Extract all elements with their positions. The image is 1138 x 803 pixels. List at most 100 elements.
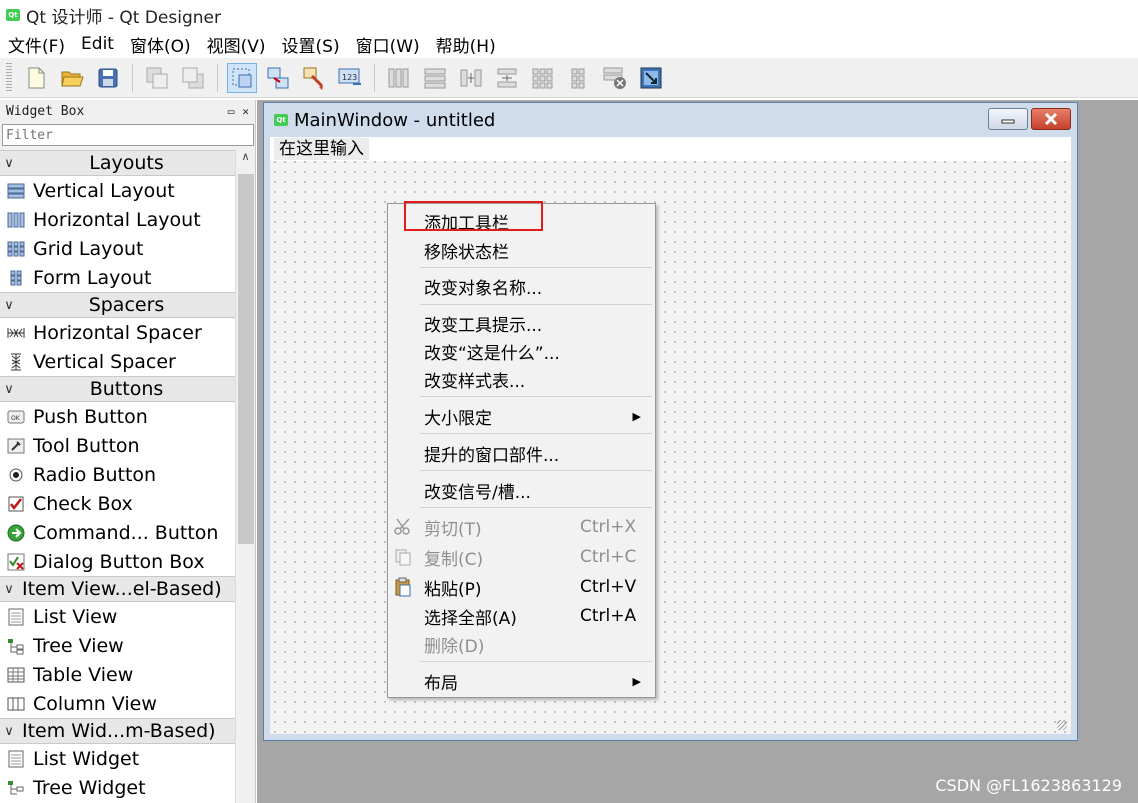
submenu-arrow-icon: ▶ <box>632 409 641 423</box>
main-window-form[interactable]: Qt MainWindow - untitled 在这里输入 <box>263 102 1078 741</box>
context-menu: 添加工具栏 移除状态栏 改变对象名称... 改变工具提示... 改变“这是什么”… <box>387 203 656 698</box>
minimize-button[interactable] <box>988 108 1028 130</box>
layout-vertical-splitter-icon[interactable] <box>492 63 522 93</box>
category-spacers[interactable]: ∨ Spacers <box>0 292 235 318</box>
widget-list-widget[interactable]: List Widget <box>0 744 235 773</box>
widget-horizontal-spacer[interactable]: Horizontal Spacer <box>0 318 235 347</box>
menu-item-label: 改变工具提示... <box>424 315 543 336</box>
menu-item-change-stylesheet[interactable]: 改变样式表... <box>388 365 655 393</box>
svg-text:OK: OK <box>11 415 21 422</box>
widget-check-box[interactable]: Check Box <box>0 489 235 518</box>
layout-vertical-icon[interactable] <box>420 63 450 93</box>
close-button[interactable] <box>1031 108 1071 130</box>
widget-list-view[interactable]: List View <box>0 602 235 631</box>
menu-item-select-all[interactable]: 选择全部(A) Ctrl+A <box>388 602 655 630</box>
category-layouts[interactable]: ∨ Layouts <box>0 150 235 176</box>
watermark: CSDN @FL1623863129 <box>935 776 1122 795</box>
toolbar-grip[interactable] <box>6 62 12 93</box>
menu-item-copy[interactable]: 复制(C) Ctrl+C <box>388 543 655 571</box>
widget-label: Tree View <box>33 634 124 657</box>
menu-bar: 文件(F) Edit 窗体(O) 视图(V) 设置(S) 窗口(W) 帮助(H) <box>0 30 1138 58</box>
category-buttons[interactable]: ∨ Buttons <box>0 376 235 402</box>
widget-box-title-bar: Widget Box ▭ ✕ <box>0 100 255 122</box>
toolbar-separator <box>132 63 133 92</box>
layout-grid-icon[interactable] <box>528 63 558 93</box>
resize-grip[interactable] <box>1057 720 1067 730</box>
widget-dialog-button-box[interactable]: Dialog Button Box <box>0 547 235 576</box>
qt-logo-icon: Qt <box>6 9 20 21</box>
menu-item-change-tooltip[interactable]: 改变工具提示... <box>388 309 655 337</box>
toolbar-separator <box>374 63 375 92</box>
scrollbar-thumb[interactable] <box>238 174 254 544</box>
menu-file[interactable]: 文件(F) <box>0 32 73 57</box>
menu-item-cut[interactable]: 剪切(T) Ctrl+X <box>388 513 655 541</box>
menu-item-size-constraints[interactable]: 大小限定 ▶ <box>388 402 655 430</box>
chevron-down-icon: ∨ <box>4 297 14 313</box>
layout-horizontal-icon[interactable] <box>384 63 414 93</box>
menu-settings[interactable]: 设置(S) <box>274 32 348 57</box>
menu-item-change-whatsthis[interactable]: 改变“这是什么”... <box>388 337 655 365</box>
menu-item-label: 剪切(T) <box>424 519 482 540</box>
type-here-menu[interactable]: 在这里输入 <box>274 138 369 160</box>
menu-item-shortcut: Ctrl+V <box>580 577 637 597</box>
widget-vertical-layout[interactable]: Vertical Layout <box>0 176 235 205</box>
widget-command-link-button[interactable]: Command... Button <box>0 518 235 547</box>
widget-grid-layout[interactable]: Grid Layout <box>0 234 235 263</box>
send-to-back-icon[interactable] <box>142 63 172 93</box>
widget-radio-button[interactable]: Radio Button <box>0 460 235 489</box>
menu-item-change-signals-slots[interactable]: 改变信号/槽... <box>388 476 655 504</box>
edit-signals-slots-icon[interactable] <box>263 63 293 93</box>
save-icon[interactable] <box>93 63 123 93</box>
menu-item-remove-statusbar[interactable]: 移除状态栏 <box>388 236 655 264</box>
form-layout-icon <box>6 269 26 287</box>
menu-window[interactable]: 窗口(W) <box>348 32 428 57</box>
widget-label: Horizontal Layout <box>33 208 201 231</box>
new-file-icon[interactable] <box>21 63 51 93</box>
edit-buddies-icon[interactable] <box>299 63 329 93</box>
widget-form-layout[interactable]: Form Layout <box>0 263 235 292</box>
break-layout-icon[interactable] <box>600 63 630 93</box>
menu-item-label: 改变“这是什么”... <box>424 343 560 364</box>
widget-tool-button[interactable]: Tool Button <box>0 431 235 460</box>
menu-item-paste[interactable]: 粘贴(P) Ctrl+V <box>388 573 655 601</box>
category-item-widgets[interactable]: ∨ Item Wid...m-Based) <box>0 718 235 744</box>
filter-input[interactable] <box>2 124 254 146</box>
adjust-size-icon[interactable] <box>636 63 666 93</box>
edit-tab-order-icon[interactable]: 123 <box>335 63 365 93</box>
widget-push-button[interactable]: OK Push Button <box>0 402 235 431</box>
menu-item-promoted-widgets[interactable]: 提升的窗口部件... <box>388 439 655 467</box>
menu-item-layout[interactable]: 布局 ▶ <box>388 667 655 695</box>
bring-to-front-icon[interactable] <box>178 63 208 93</box>
layout-form-icon[interactable] <box>564 63 594 93</box>
widget-column-view[interactable]: Column View <box>0 689 235 718</box>
category-item-views[interactable]: ∨ Item View...el-Based) <box>0 576 235 602</box>
horizontal-spacer-icon <box>6 324 26 342</box>
menu-item-change-object-name[interactable]: 改变对象名称... <box>388 272 655 300</box>
close-icon[interactable]: ✕ <box>242 105 249 118</box>
widget-vertical-spacer[interactable]: Vertical Spacer <box>0 347 235 376</box>
widget-table-view[interactable]: Table View <box>0 660 235 689</box>
edit-widgets-icon[interactable] <box>227 62 257 93</box>
svg-text:123: 123 <box>342 73 357 82</box>
menu-item-delete[interactable]: 删除(D) <box>388 630 655 658</box>
open-file-icon[interactable] <box>57 63 87 93</box>
form-title: MainWindow - untitled <box>294 109 496 131</box>
tool-button-icon <box>6 437 26 455</box>
menu-edit[interactable]: Edit <box>73 34 122 54</box>
scroll-up-icon[interactable]: ∧ <box>236 150 255 168</box>
form-title-bar[interactable]: Qt MainWindow - untitled <box>264 103 1077 137</box>
widget-tree-view[interactable]: Tree View <box>0 631 235 660</box>
menu-form[interactable]: 窗体(O) <box>122 32 199 57</box>
horizontal-layout-icon <box>6 211 26 229</box>
menu-help[interactable]: 帮助(H) <box>428 32 504 57</box>
widget-list-scrollbar[interactable]: ∧ <box>235 150 255 803</box>
widget-box-dock: Widget Box ▭ ✕ ∨ Layouts Vertical Layout… <box>0 100 256 803</box>
float-icon[interactable]: ▭ <box>228 105 235 118</box>
widget-label: Dialog Button Box <box>33 550 205 573</box>
menu-view[interactable]: 视图(V) <box>199 32 274 57</box>
layout-horizontal-splitter-icon[interactable] <box>456 63 486 93</box>
column-view-icon <box>6 695 26 713</box>
chevron-down-icon: ∨ <box>4 581 14 597</box>
widget-horizontal-layout[interactable]: Horizontal Layout <box>0 205 235 234</box>
widget-tree-widget[interactable]: Tree Widget <box>0 773 235 802</box>
